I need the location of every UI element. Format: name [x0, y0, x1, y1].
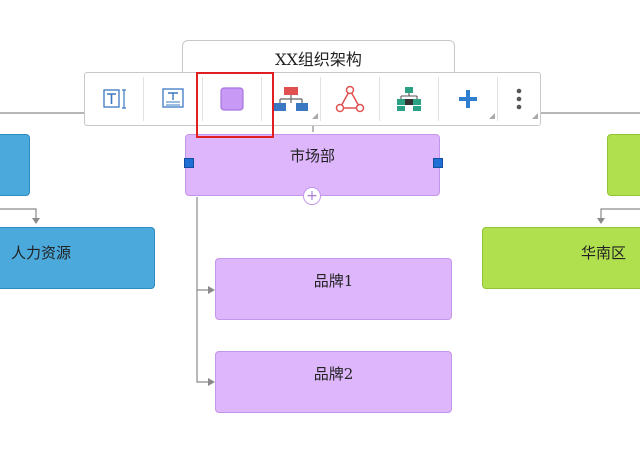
highlight-box	[196, 72, 274, 138]
org-node-hr-label: 人力资源	[11, 244, 72, 262]
org-node-left-top[interactable]	[0, 134, 30, 196]
org-node-hr[interactable]: 人力资源	[0, 227, 155, 289]
layout-button[interactable]	[380, 77, 439, 121]
text-style-button[interactable]	[85, 77, 144, 121]
text-align-icon	[162, 88, 184, 108]
org-node-market-label: 市场部	[289, 147, 335, 165]
org-node-brand1-label: 品牌1	[313, 272, 354, 290]
resize-handle-right[interactable]	[433, 158, 443, 168]
org-node-brand2[interactable]: 品牌2	[215, 351, 452, 413]
resize-handle-left[interactable]	[184, 158, 194, 168]
layout-icon	[397, 87, 421, 111]
org-node-south-label: 华南区	[581, 244, 627, 262]
dropdown-corner	[312, 113, 318, 119]
floating-toolbar	[84, 72, 541, 126]
text-align-button[interactable]	[144, 77, 203, 121]
org-chart-icon	[274, 87, 308, 111]
add-button[interactable]	[439, 77, 498, 121]
org-node-south[interactable]: 华南区	[482, 227, 640, 289]
text-style-icon	[103, 89, 126, 109]
org-node-brand2-label: 品牌2	[313, 365, 354, 383]
diagram-title-text: XX组织架构	[275, 49, 362, 69]
relationship-button[interactable]	[321, 77, 380, 121]
dropdown-corner	[489, 113, 495, 119]
org-node-brand1[interactable]: 品牌1	[215, 258, 452, 320]
add-icon	[459, 90, 477, 108]
dropdown-corner	[532, 113, 538, 119]
add-child-button[interactable]: +	[303, 187, 321, 205]
relationship-icon	[335, 85, 365, 113]
org-node-right-top[interactable]	[607, 134, 640, 196]
more-button[interactable]	[498, 77, 540, 121]
diagram-title[interactable]: XX组织架构	[182, 40, 455, 74]
more-icon	[516, 88, 522, 110]
